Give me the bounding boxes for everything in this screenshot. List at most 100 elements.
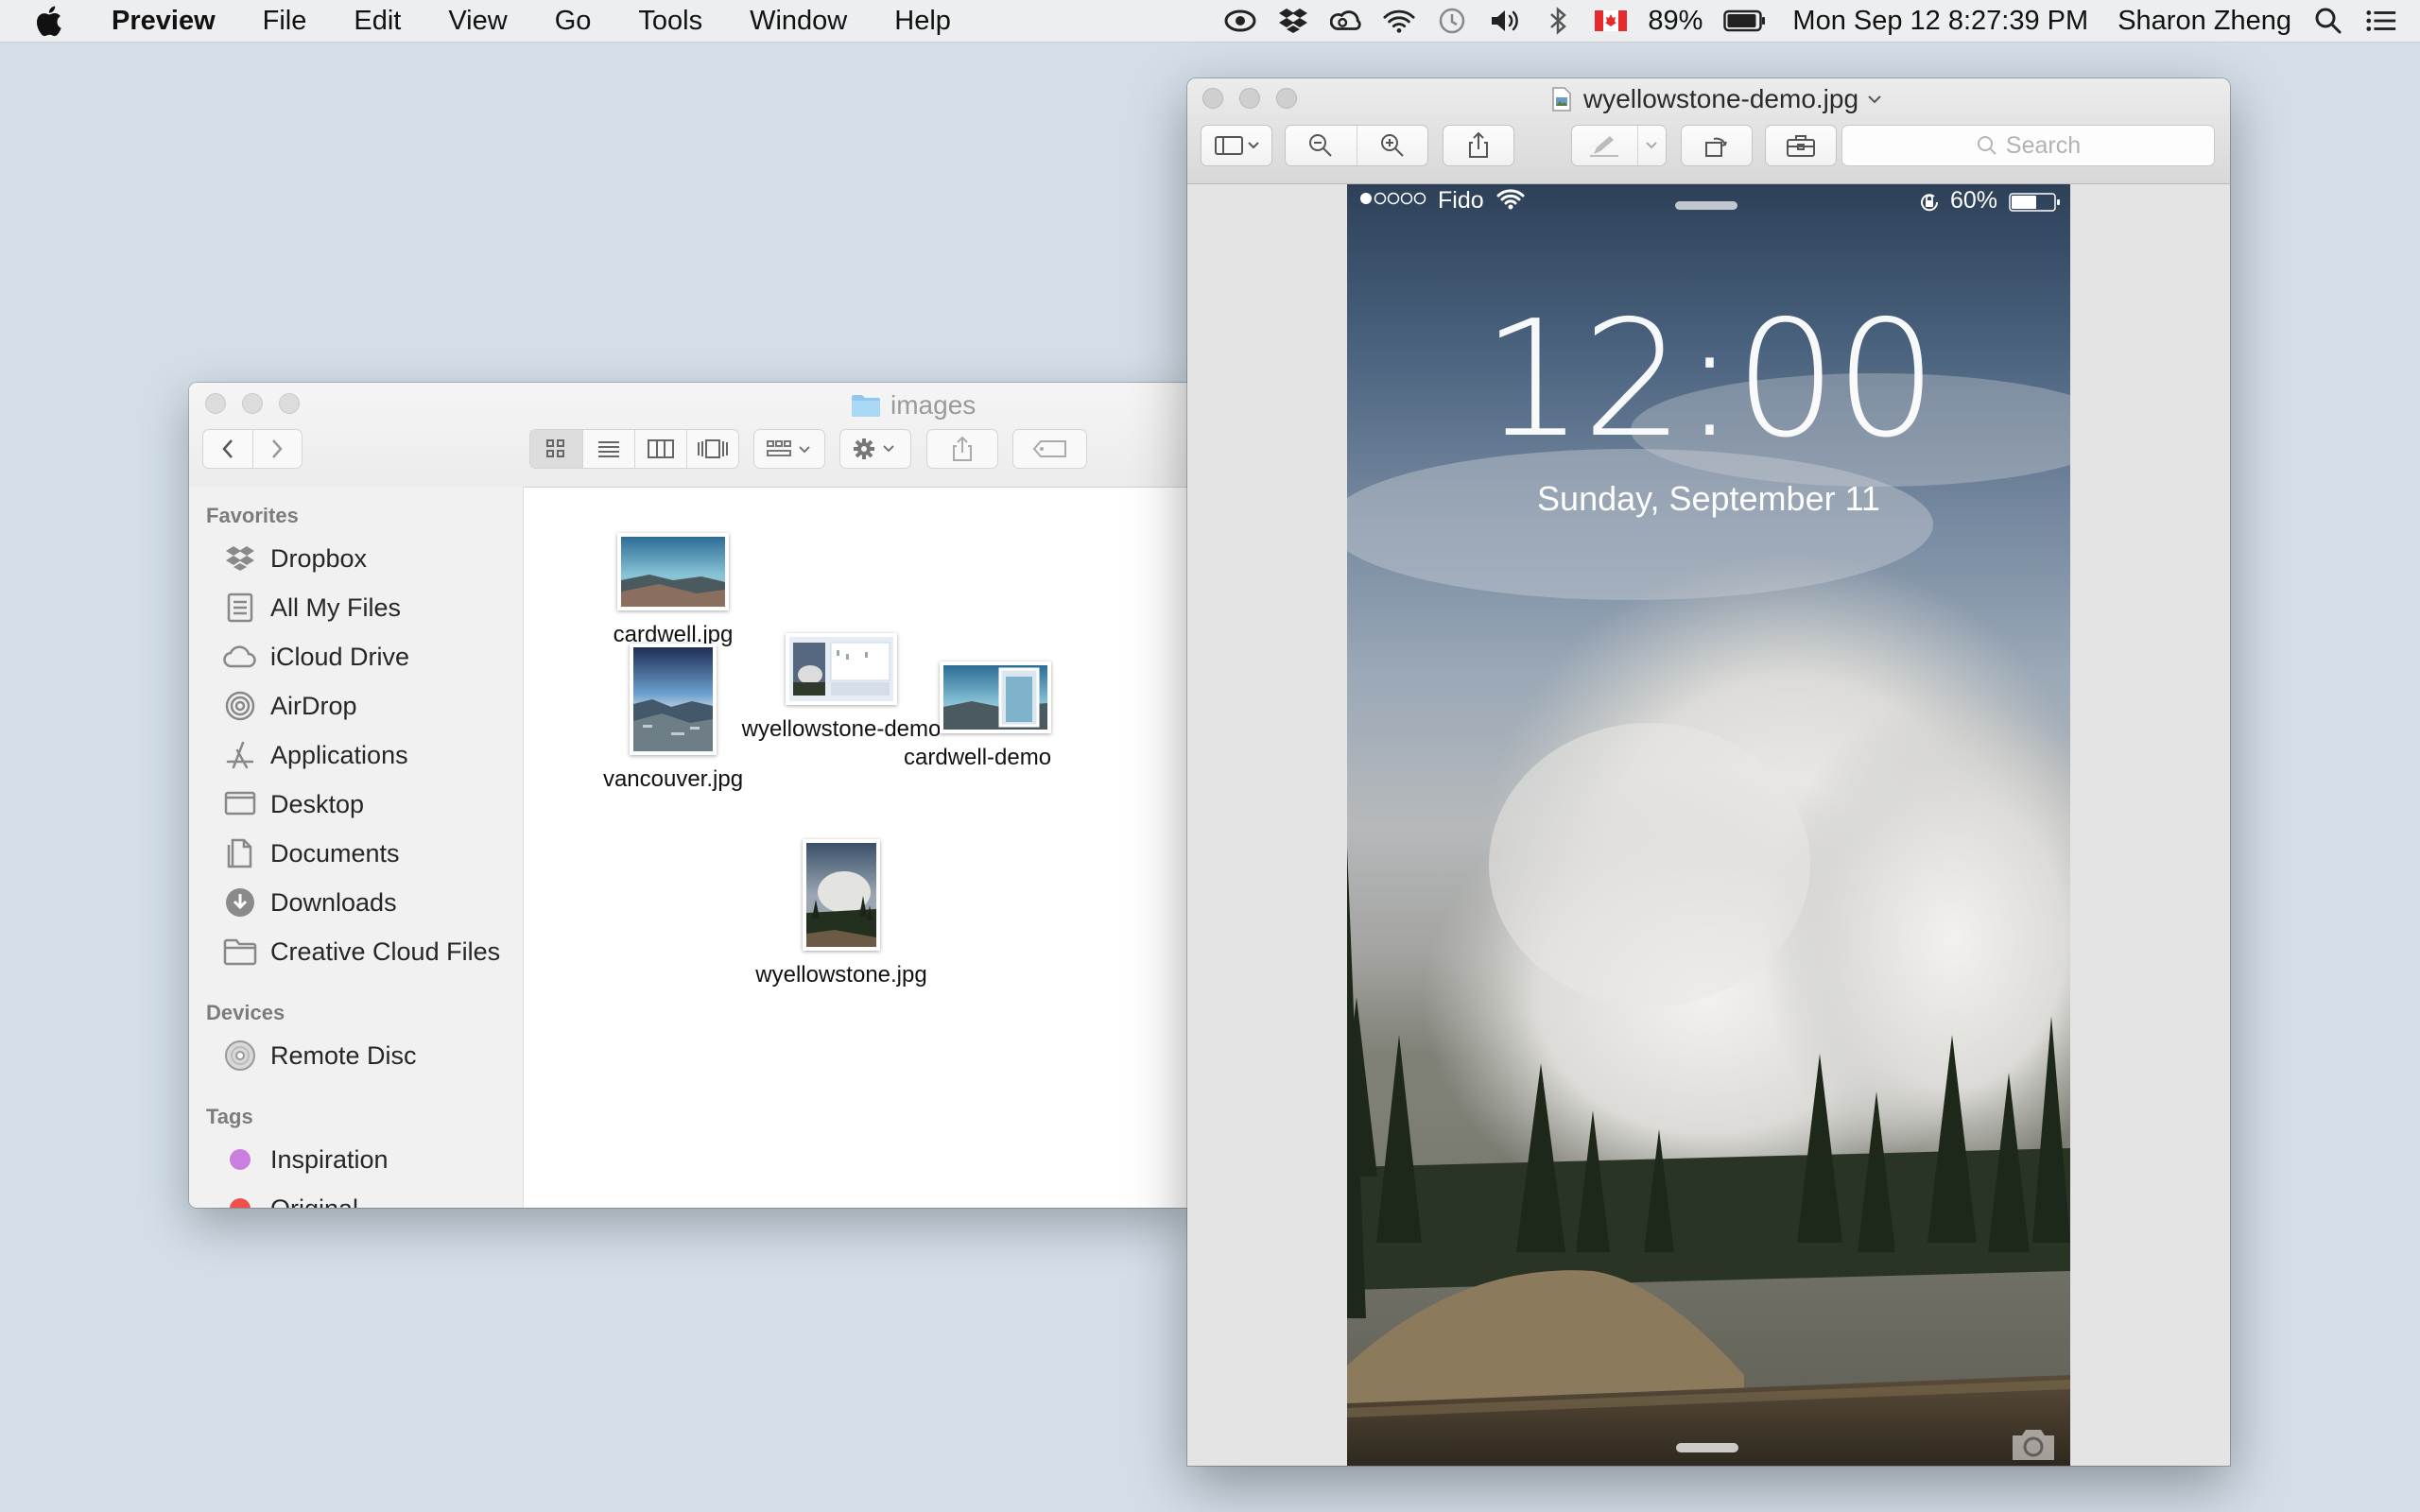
notification-center-icon[interactable] (2365, 0, 2397, 42)
finder-title-label: images (890, 390, 977, 420)
bluetooth-icon[interactable] (1542, 0, 1574, 42)
time-machine-icon[interactable] (1436, 0, 1468, 42)
preview-window: wyellowstone-demo.jpg Search Fido 60% 12… (1187, 78, 2230, 1466)
documents-icon (223, 836, 257, 870)
applications-icon (223, 738, 257, 772)
list-view-button[interactable] (583, 430, 635, 468)
preview-toolbar: wyellowstone-demo.jpg Search (1187, 78, 2230, 184)
sidebar-item-airdrop[interactable]: AirDrop (189, 681, 523, 730)
menu-help[interactable]: Help (871, 0, 975, 42)
share-button[interactable] (926, 429, 998, 469)
preview-close-button[interactable] (1202, 88, 1223, 109)
phone-status-bar: Fido 60% (1347, 184, 2070, 222)
column-view-button[interactable] (635, 430, 687, 468)
camera-icon (2009, 1426, 2058, 1464)
finder-window: images Favorites Dropbox All My Files iC… (189, 383, 1191, 1208)
menu-file[interactable]: File (239, 0, 331, 42)
search-icon (1977, 136, 1996, 155)
menubar-clock[interactable]: Mon Sep 12 8:27:39 PM (1792, 0, 2088, 42)
sidebar-item-icloud-drive[interactable]: iCloud Drive (189, 632, 523, 681)
menu-edit[interactable]: Edit (330, 0, 424, 42)
wifi-icon[interactable] (1383, 0, 1415, 42)
zoom-controls (1285, 125, 1428, 166)
sidebar-item-label: Remote Disc (270, 1040, 417, 1070)
sidebar-item-label: Applications (270, 740, 408, 769)
forward-button[interactable] (253, 430, 302, 468)
sidebar-item-creative-cloud-files[interactable]: Creative Cloud Files (189, 927, 523, 976)
tag-color-dot (230, 1149, 251, 1170)
tag-button[interactable] (1012, 429, 1087, 469)
sidebar-tags-header: Tags (206, 1105, 253, 1128)
menu-view[interactable]: View (424, 0, 530, 42)
finder-close-button[interactable] (205, 393, 226, 414)
battery-percent[interactable]: 89% (1648, 0, 1703, 42)
pen-dropdown-button[interactable] (1638, 126, 1666, 165)
markup-toolbox-button[interactable] (1765, 125, 1837, 166)
eye-status-icon[interactable] (1224, 0, 1256, 42)
tag-color-dot (230, 1198, 251, 1208)
menu-bar: Preview File Edit View Go Tools Window H… (0, 0, 2420, 43)
preview-minimize-button[interactable] (1239, 88, 1260, 109)
sidebar-item-documents[interactable]: Documents (189, 829, 523, 878)
document-image[interactable]: Fido 60% 12:00 Sunday, September 11 (1347, 184, 2070, 1466)
coverflow-view-button[interactable] (687, 430, 738, 468)
spotlight-search-icon[interactable] (2312, 0, 2344, 42)
volume-icon[interactable] (1489, 0, 1521, 42)
folder-icon (223, 935, 257, 969)
preview-window-controls (1202, 88, 1313, 109)
back-button[interactable] (203, 430, 253, 468)
sidebar-item-label: Original (270, 1194, 358, 1209)
sidebar-tag-inspiration[interactable]: Inspiration (189, 1135, 523, 1184)
creative-cloud-status-icon[interactable] (1330, 0, 1362, 42)
canada-flag-icon[interactable] (1595, 0, 1628, 42)
finder-zoom-button[interactable] (279, 393, 300, 414)
phone-wifi-icon (1496, 188, 1525, 211)
dropbox-status-icon[interactable] (1277, 0, 1309, 42)
zoom-in-button[interactable] (1357, 126, 1428, 165)
file-item[interactable]: vancouver.jpg (560, 594, 786, 793)
airdrop-icon (223, 689, 257, 723)
downloads-icon (223, 885, 257, 919)
file-name: vancouver.jpg (602, 766, 744, 792)
sidebar-item-label: All My Files (270, 593, 402, 622)
menu-tools[interactable]: Tools (614, 0, 726, 42)
sidebar-toggle-button[interactable] (1201, 125, 1272, 166)
finder-title: images (851, 390, 976, 421)
sidebar-item-remote-disc[interactable]: Remote Disc (189, 1031, 523, 1080)
file-item[interactable]: cardwell-demo (904, 610, 1102, 771)
sidebar-item-downloads[interactable]: Downloads (189, 878, 523, 927)
chevron-down-icon (1866, 94, 1883, 105)
menu-window[interactable]: Window (726, 0, 871, 42)
menu-go[interactable]: Go (531, 0, 615, 42)
rotation-lock-icon (1917, 190, 1942, 215)
preview-search-input[interactable]: Search (1841, 125, 2215, 166)
sidebar-item-all-my-files[interactable]: All My Files (189, 583, 523, 632)
sidebar-item-desktop[interactable]: Desktop (189, 780, 523, 829)
icon-view-button[interactable] (530, 430, 583, 468)
sidebar-item-label: Inspiration (270, 1144, 389, 1174)
zoom-out-button[interactable] (1286, 126, 1357, 165)
finder-sidebar: Favorites Dropbox All My Files iCloud Dr… (189, 487, 524, 1208)
preview-title[interactable]: wyellowstone-demo.jpg (1551, 84, 1883, 114)
preview-zoom-button[interactable] (1276, 88, 1297, 109)
arrange-button[interactable] (753, 429, 825, 469)
sidebar-devices-header: Devices (206, 1001, 285, 1024)
sidebar-item-applications[interactable]: Applications (189, 730, 523, 780)
notification-pull-handle (1675, 201, 1737, 210)
apple-menu-icon[interactable] (34, 0, 72, 42)
rotate-button[interactable] (1681, 125, 1753, 166)
markup-pen-control (1571, 125, 1667, 166)
sidebar-item-label: Dropbox (270, 543, 368, 573)
file-item[interactable]: wyellowstone.jpg (728, 790, 955, 988)
nav-buttons (202, 429, 302, 469)
battery-icon[interactable] (1723, 0, 1767, 42)
action-gear-button[interactable] (839, 429, 911, 469)
pen-icon[interactable] (1572, 126, 1638, 165)
view-mode-control (529, 429, 739, 469)
sidebar-tag-original[interactable]: Original (189, 1184, 523, 1208)
share-button[interactable] (1443, 125, 1514, 166)
menubar-user[interactable]: Sharon Zheng (2118, 0, 2291, 42)
menu-app-name[interactable]: Preview (102, 0, 239, 42)
finder-minimize-button[interactable] (242, 393, 263, 414)
sidebar-item-dropbox[interactable]: Dropbox (189, 534, 523, 583)
